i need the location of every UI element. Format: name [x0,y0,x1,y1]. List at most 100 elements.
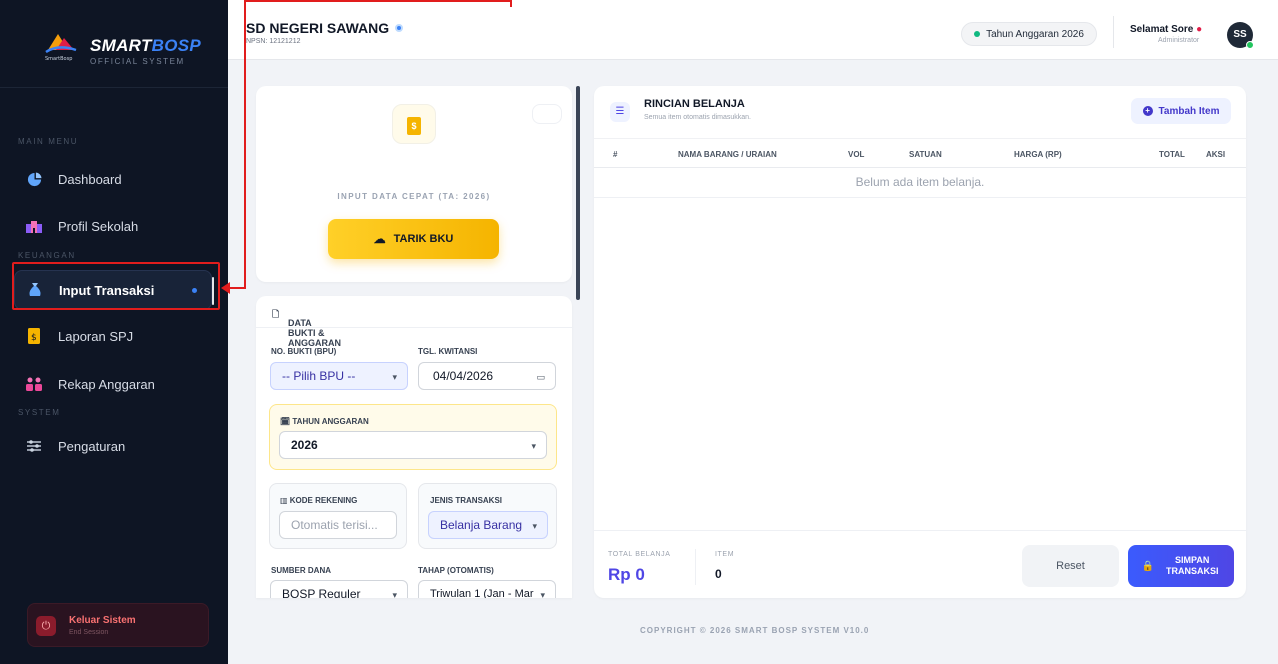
sidebar-item-label: Laporan SPJ [58,328,134,344]
no-bukti-label: NO. BUKTI (BPU) [271,347,337,356]
people-icon [26,376,42,392]
sidebar-item-label: Profil Sekolah [58,218,139,234]
sidebar: SmartBosp SMARTBOSP OFFICIAL SYSTEM MAIN… [0,0,228,664]
sidebar-item-rekap-anggaran[interactable]: Rekap Anggaran [14,364,212,404]
file-invoice-icon: $ [407,117,421,135]
sidebar-item-dashboard[interactable]: Dashboard [14,159,212,199]
chevron-down-icon: ▾ [531,441,536,451]
kode-rekening-box: ▥ KODE REKENING Otomatis terisi... [269,483,407,549]
rincian-footer: TOTAL BELANJA Rp 0 ITEM 0 Reset 🔒 SIMPAN… [594,530,1246,598]
total-belanja-value: Rp 0 [608,565,645,584]
svg-text:$: $ [31,333,37,343]
school-name: SD NEGERI SAWANG [246,20,404,36]
lock-icon: 🔒 [1141,560,1155,572]
brand-tagline: OFFICIAL SYSTEM [90,57,185,66]
status-dot-icon [974,31,981,37]
sidebar-item-profil-sekolah[interactable]: Profil Sekolah [14,206,212,246]
annotation-line-top [244,0,512,2]
chevron-down-icon: ▾ [537,590,545,598]
money-bag-icon [27,282,43,298]
avatar[interactable]: SS [1227,22,1254,49]
section-label-keuangan: KEUANGAN [18,251,76,260]
topbar-divider [1113,16,1114,48]
pie-chart-icon [26,171,42,187]
kode-rekening-input[interactable]: Otomatis terisi... [279,511,397,539]
column-header: HARGA (RP) [1014,150,1062,159]
sidebar-item-label: Pengaturan [58,438,126,454]
budget-year-badge: Tahun Anggaran 2026 [961,22,1097,46]
item-count-value: 0 [715,567,722,581]
tahun-anggaran-label: 🗓 TAHUN ANGGARAN [280,417,369,426]
card-title: 🗋 DATA BUKTI & ANGGARAN [272,309,341,348]
rincian-title: RINCIAN BELANJA [644,98,745,110]
brand-name: SMARTBOSP [90,36,202,55]
column-header: VOL [848,150,865,159]
section-label-system: SYSTEM [18,408,61,417]
section-label-main: MAIN MENU [18,137,79,146]
sunset-icon: ● [1196,24,1203,35]
column-header: NAMA BARANG / URAIAN [678,150,777,159]
save-label: SIMPAN TRANSAKSI [1165,555,1219,576]
tgl-kwitansi-input[interactable]: 04/04/2026 ▭ [418,362,556,390]
data-bukti-card: 🗋 DATA BUKTI & ANGGARAN NO. BUKTI (BPU) … [256,296,572,598]
sidebar-item-laporan-spj[interactable]: $ Laporan SPJ [14,316,212,356]
logout-subtitle: End Session [69,629,109,636]
card-header: 🗋 DATA BUKTI & ANGGARAN [256,296,572,348]
plus-icon: + [1142,106,1153,116]
table-header: # NAMA BARANG / URAIAN VOL SATUAN HARGA … [594,138,1246,168]
school-npsn: NPSN: 12121212 [246,38,301,45]
chevron-down-icon: ▾ [532,521,537,531]
empty-table-message: Belum ada item belanja. [594,168,1246,198]
sidebar-item-label: Dashboard [58,171,122,187]
calendar-icon: ▭ [536,372,545,382]
tgl-kwitansi-label: TGL. KWITANSI [418,347,478,356]
quick-input-card: $ INPUT DATA CEPAT (TA: 2026) ☁ TARIK BKU [256,86,572,282]
greeting: Selamat Sore ● [1130,24,1203,35]
sumber-dana-select[interactable]: BOSP Reguler ▾ [270,580,408,598]
column-header: AKSI [1206,150,1226,159]
logout-button[interactable]: ⏻ Keluar Sistem End Session [27,603,209,647]
rincian-belanja-card: ☰ RINCIAN BELANJA Semua item otomatis di… [594,86,1246,598]
annotation-line-vertical [244,0,246,288]
column-header: # [613,150,618,159]
logout-title: Keluar Sistem [69,615,136,626]
rincian-subtitle: Semua item otomatis dimasukkan. [644,114,751,121]
sidebar-item-input-transaksi[interactable]: Input Transaksi [14,270,214,310]
annotation-line-tick [510,0,512,7]
reset-button[interactable]: Reset [1022,545,1119,587]
list-icon: ☰ [610,102,630,122]
sidebar-item-pengaturan[interactable]: Pengaturan [14,426,212,466]
annotation-arrowhead-icon [221,282,230,294]
verified-icon [395,24,404,32]
tambah-item-button[interactable]: + Tambah Item [1131,98,1231,124]
sidebar-item-label: Rekap Anggaran [58,376,155,392]
column-header: SATUAN [909,150,942,159]
simpan-transaksi-button[interactable]: 🔒 SIMPAN TRANSAKSI [1128,545,1234,587]
active-indicator-dot [192,287,197,293]
brand: SmartBosp SMARTBOSP OFFICIAL SYSTEM [0,0,228,88]
sidebar-item-label: Input Transaksi [59,282,155,298]
corner-decoration [532,104,562,124]
active-indicator-bar [212,277,214,305]
sliders-icon [26,438,42,454]
tahap-select[interactable]: Triwulan 1 (Jan - Mar ▾ [418,580,556,598]
jenis-transaksi-label: JENIS TRANSAKSI [430,496,503,505]
cloud-download-icon: ☁ [373,232,386,246]
no-bukti-select[interactable]: -- Pilih BPU -- ▾ [270,362,408,390]
left-panel-scrollbar[interactable] [576,86,580,300]
smartbosp-logo-icon: SmartBosp [42,30,88,62]
invoice-chip: $ [392,104,436,144]
online-status-icon [1246,41,1254,49]
footer-divider [695,549,696,585]
tahun-anggaran-select[interactable]: 2026 ▾ [279,431,547,459]
tahap-label: TAHAP (OTOMATIS) [418,566,494,575]
tahun-anggaran-box: 🗓 TAHUN ANGGARAN 2026 ▾ [269,404,557,470]
item-count-label: ITEM [715,551,735,558]
quick-input-title: INPUT DATA CEPAT (TA: 2026) [337,192,491,201]
topbar: SD NEGERI SAWANG NPSN: 12121212 Tahun An… [228,0,1278,60]
power-icon: ⏻ [36,616,56,636]
jenis-transaksi-select[interactable]: Belanja Barang ▾ [428,511,548,539]
jenis-transaksi-box: JENIS TRANSAKSI Belanja Barang ▾ [418,483,557,549]
kode-rekening-label: ▥ KODE REKENING [280,496,358,505]
tarik-bku-button[interactable]: ☁ TARIK BKU [328,219,499,259]
